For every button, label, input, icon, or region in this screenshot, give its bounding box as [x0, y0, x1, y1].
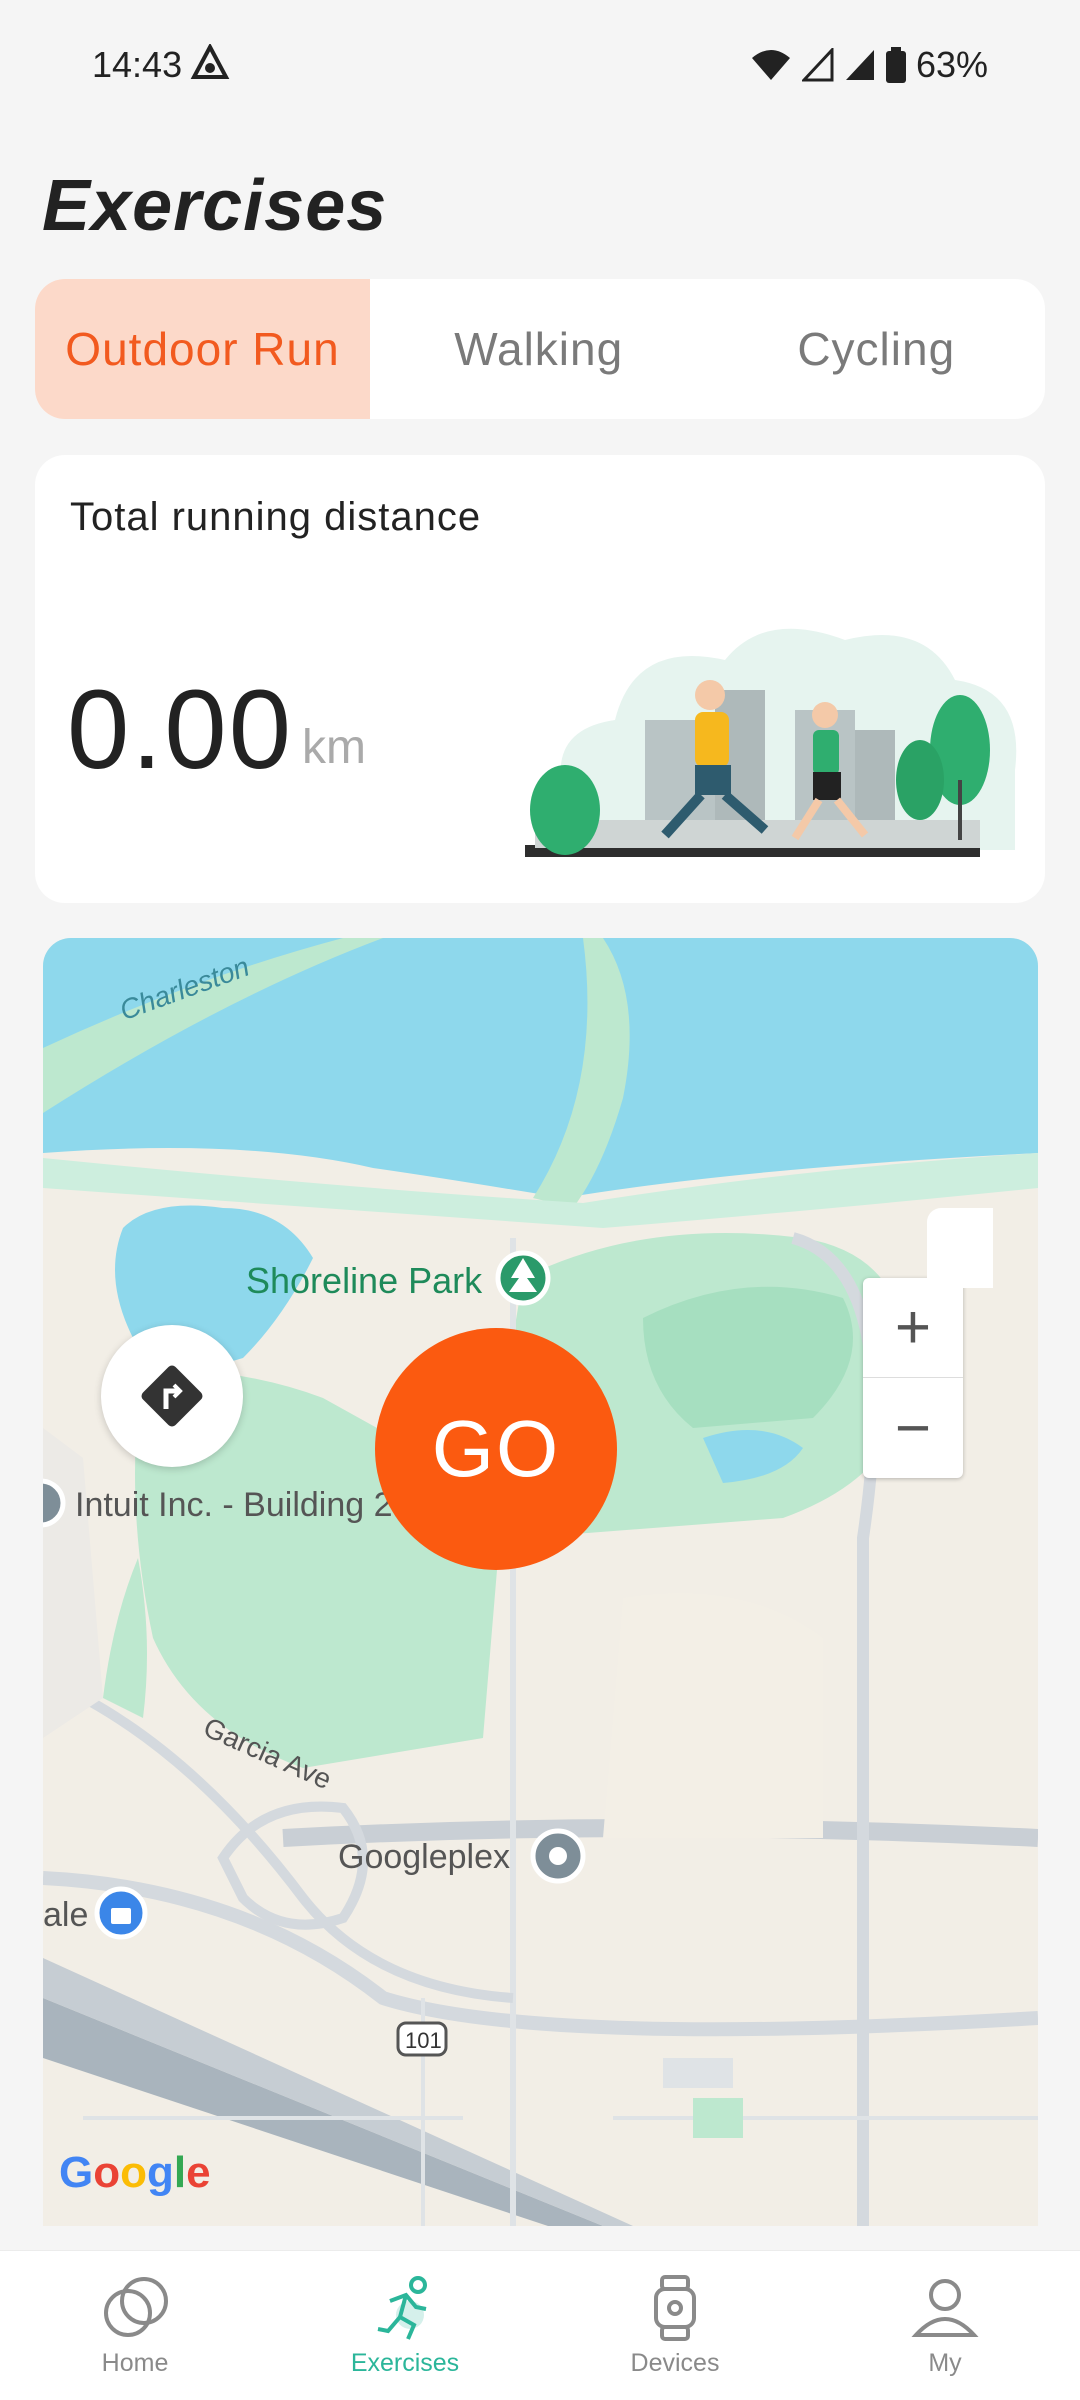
battery-percent: 63%	[915, 44, 988, 85]
nav-item-home[interactable]: Home	[0, 2251, 270, 2400]
status-time: 14:43	[92, 44, 183, 85]
tab-outdoor-run[interactable]: Outdoor Run	[35, 279, 370, 419]
nav-item-devices[interactable]: Devices	[540, 2251, 810, 2400]
exercise-type-tabs: Outdoor Run Walking Cycling	[35, 279, 1045, 419]
map-view[interactable]: Charleston Shoreline Park Intuit Inc. - …	[43, 938, 1038, 2226]
watch-icon	[654, 2275, 696, 2341]
map-label-googleplex[interactable]: Googleplex	[338, 1838, 510, 1877]
bottom-navigation: Home Exercises Devices My	[0, 2250, 1080, 2400]
runners-illustration	[525, 628, 1017, 857]
google-logo-letter: g	[147, 2148, 174, 2197]
status-bar: 14:43 63%	[0, 0, 1080, 130]
directions-button[interactable]	[101, 1325, 243, 1467]
nav-label-exercises: Exercises	[350, 2349, 460, 2377]
nav-label-devices: Devices	[630, 2349, 720, 2377]
nav-item-exercises[interactable]: Exercises	[270, 2251, 540, 2400]
google-logo-letter: l	[173, 2148, 187, 2197]
map-tiles	[43, 938, 1038, 2226]
zoom-control-group: + −	[863, 1278, 963, 1478]
status-icons: 63%	[750, 44, 988, 86]
tab-cycling[interactable]: Cycling	[708, 279, 1046, 419]
signal-icon	[801, 48, 834, 82]
directions-icon	[141, 1365, 203, 1427]
google-logo-letter: e	[186, 2148, 211, 2197]
map-label-shop-fragment[interactable]: ale	[43, 1896, 88, 1935]
distance-value: 0.00	[67, 667, 293, 792]
wifi-icon	[751, 50, 790, 80]
person-icon	[911, 2279, 979, 2337]
distance-label: Total running distance	[70, 495, 482, 539]
nav-item-my[interactable]: My	[810, 2251, 1080, 2400]
running-distance-card[interactable]: Total running distance 0.00 km	[35, 455, 1045, 903]
map-corner-button[interactable]	[927, 1208, 993, 1288]
google-logo-letter: o	[120, 2148, 148, 2197]
map-label-shoreline-park[interactable]: Shoreline Park	[246, 1260, 482, 1302]
google-logo-letter: G	[59, 2148, 94, 2197]
zoom-in-button[interactable]: +	[863, 1278, 963, 1378]
nav-label-my: My	[928, 2349, 962, 2377]
signal-icon	[845, 50, 874, 80]
tab-walking[interactable]: Walking	[370, 279, 708, 419]
zoom-out-button[interactable]: −	[863, 1378, 963, 1478]
nav-label-home: Home	[101, 2349, 169, 2377]
home-circles-icon	[104, 2277, 168, 2337]
distance-unit: km	[302, 721, 366, 774]
map-label-highway: 101	[405, 2028, 442, 2053]
page-title: Exercises	[42, 166, 388, 246]
navigation-glyph-icon	[190, 44, 230, 79]
google-attribution-logo: Google	[59, 2148, 211, 2198]
battery-icon	[885, 47, 906, 83]
map-label-building[interactable]: Intuit Inc. - Building 20	[75, 1486, 411, 1525]
go-button[interactable]: GO	[375, 1328, 617, 1570]
runner-icon	[377, 2276, 427, 2340]
google-logo-letter: o	[93, 2148, 121, 2197]
